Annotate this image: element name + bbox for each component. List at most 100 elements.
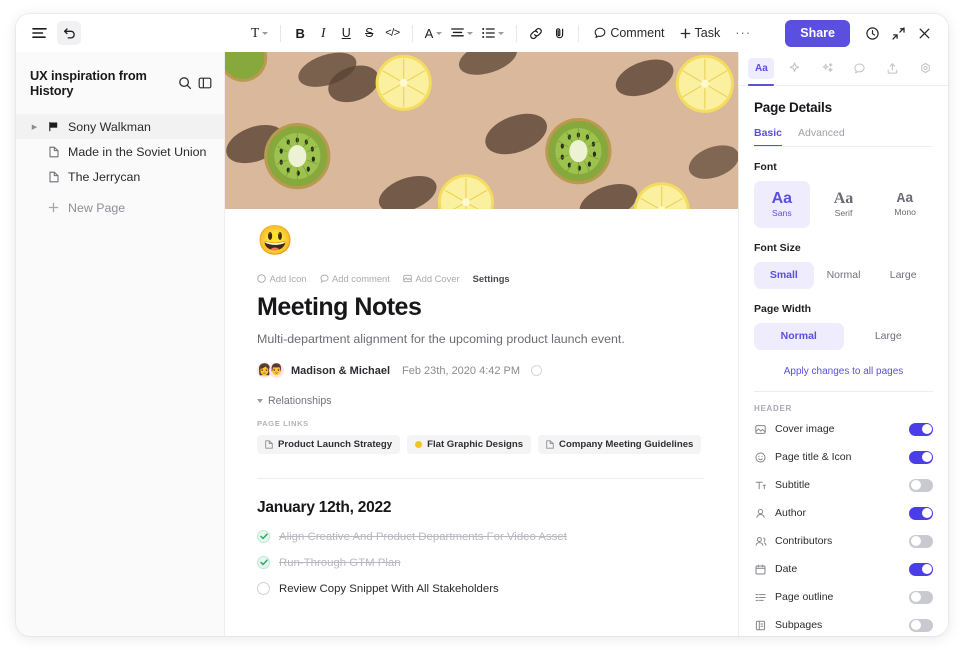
stars-icon[interactable] bbox=[814, 58, 840, 79]
hamburger-icon[interactable] bbox=[27, 21, 51, 45]
cover-image[interactable] bbox=[225, 52, 738, 209]
comment-icon bbox=[319, 274, 329, 283]
add-comment-button[interactable]: Add comment bbox=[319, 273, 390, 284]
author-name: Madison & Michael bbox=[291, 364, 391, 377]
page-width-large[interactable]: Large bbox=[844, 323, 934, 350]
document-area: 😃 Add Icon Add comment Add Cover Setting… bbox=[225, 52, 738, 636]
font-option-mono[interactable]: Aa Mono bbox=[877, 181, 933, 228]
more-options-button[interactable]: ··· bbox=[728, 20, 758, 46]
font-size-small[interactable]: Small bbox=[754, 261, 814, 289]
page-title[interactable]: Meeting Notes bbox=[257, 293, 704, 322]
sidebar-list: ▶ Sony Walkman Made in the Soviet Union bbox=[16, 114, 224, 220]
toggle-switch[interactable] bbox=[909, 422, 933, 436]
undo-arrow-icon[interactable] bbox=[57, 21, 81, 45]
comment-button[interactable]: Comment bbox=[587, 20, 671, 46]
todo-label: Review Copy Snippet With All Stakeholder… bbox=[279, 582, 499, 595]
chevron-right-icon[interactable]: ▶ bbox=[30, 123, 39, 131]
list-icon bbox=[482, 28, 496, 38]
tab-typography[interactable]: Aa bbox=[748, 57, 775, 86]
page-settings-button[interactable]: Settings bbox=[473, 273, 510, 284]
underline-button[interactable]: U bbox=[335, 20, 357, 46]
code-button[interactable]: </> bbox=[381, 20, 403, 46]
page-meta-actions: Add Icon Add comment Add Cover Settings bbox=[257, 273, 704, 284]
note-icon[interactable] bbox=[548, 20, 570, 46]
bold-button[interactable]: B bbox=[289, 20, 311, 46]
toggle-row-cover-image[interactable]: Cover image bbox=[754, 418, 933, 441]
time-icon[interactable] bbox=[531, 365, 543, 376]
font-option-sans[interactable]: Aa Sans bbox=[754, 180, 810, 228]
strikethrough-button[interactable]: S bbox=[358, 20, 380, 46]
toggle-switch[interactable] bbox=[909, 534, 933, 548]
toggle-row-page-outline[interactable]: Page outline bbox=[754, 586, 933, 609]
search-icon[interactable] bbox=[178, 76, 192, 90]
checkbox-checked-icon[interactable] bbox=[257, 530, 270, 543]
chevron-down-icon bbox=[436, 31, 443, 35]
toggle-label: Date bbox=[775, 563, 798, 576]
comment-icon[interactable] bbox=[847, 58, 873, 79]
app-window: T B I U S </> A Comment Task ··· Share U… bbox=[16, 14, 948, 636]
page-icon bbox=[46, 171, 61, 183]
toggle-switch[interactable] bbox=[909, 450, 933, 464]
cover-image-graphic bbox=[225, 52, 738, 209]
toggle-label: Contributors bbox=[775, 535, 833, 548]
font-size-large[interactable]: Large bbox=[873, 262, 933, 289]
toggle-switch[interactable] bbox=[909, 506, 933, 520]
sidebar-item-the-jerrycan[interactable]: The Jerrycan bbox=[16, 164, 224, 189]
todo-item[interactable]: Run-Through GTM Plan bbox=[257, 556, 704, 569]
subtab-advanced[interactable]: Advanced bbox=[798, 127, 845, 146]
collapse-arrows-icon[interactable] bbox=[886, 21, 910, 45]
checkbox-checked-icon[interactable] bbox=[257, 556, 270, 569]
share-button[interactable]: Share bbox=[785, 19, 850, 47]
list-button[interactable] bbox=[478, 20, 508, 46]
sidebar-toggle-icon[interactable] bbox=[198, 76, 212, 90]
add-icon-button[interactable]: Add Icon bbox=[257, 273, 307, 284]
font-options: Aa Sans Aa Serif Aa Mono bbox=[754, 180, 933, 228]
close-x-icon[interactable] bbox=[912, 21, 936, 45]
main-body: UX inspiration from History ▶ Sony Walkm… bbox=[16, 52, 948, 636]
toggle-row-subtitle[interactable]: Subtitle bbox=[754, 474, 933, 497]
add-cover-button[interactable]: Add Cover bbox=[403, 273, 460, 284]
subpages-icon bbox=[754, 620, 767, 631]
relationships-toggle[interactable]: Relationships bbox=[257, 395, 704, 407]
content-divider bbox=[257, 478, 704, 479]
gear-icon[interactable] bbox=[913, 58, 939, 79]
toggle-switch[interactable] bbox=[909, 562, 933, 576]
sidebar-item-sony-walkman[interactable]: ▶ Sony Walkman bbox=[16, 114, 224, 139]
page-link-chip[interactable]: Company Meeting Guidelines bbox=[538, 435, 702, 454]
sidebar-item-made-in-the-soviet-union[interactable]: Made in the Soviet Union bbox=[16, 139, 224, 164]
toggle-switch[interactable] bbox=[909, 590, 933, 604]
toggle-switch[interactable] bbox=[909, 618, 933, 632]
sparkle-icon[interactable] bbox=[781, 58, 807, 79]
page-subtitle[interactable]: Multi-department alignment for the upcom… bbox=[257, 332, 704, 346]
page-link-chip[interactable]: Flat Graphic Designs bbox=[407, 435, 532, 454]
font-option-serif[interactable]: Aa Serif bbox=[816, 181, 872, 228]
toggle-row-subpages[interactable]: Subpages bbox=[754, 614, 933, 636]
text-style-button[interactable]: T bbox=[247, 20, 272, 46]
link-icon[interactable] bbox=[525, 20, 547, 46]
section-title[interactable]: January 12th, 2022 bbox=[257, 499, 704, 517]
sidebar-item-new-page[interactable]: New Page bbox=[16, 195, 224, 220]
align-button[interactable] bbox=[447, 20, 477, 46]
italic-button[interactable]: I bbox=[312, 20, 334, 46]
font-color-button[interactable]: A bbox=[421, 20, 447, 46]
toggle-row-contributors[interactable]: Contributors bbox=[754, 530, 933, 553]
toggle-row-author[interactable]: Author bbox=[754, 502, 933, 525]
page-width-normal[interactable]: Normal bbox=[754, 322, 844, 350]
task-button[interactable]: Task bbox=[673, 20, 728, 46]
todo-item[interactable]: Review Copy Snippet With All Stakeholder… bbox=[257, 582, 704, 595]
right-panel-body: Page Details Basic Advanced Font Aa Sans… bbox=[739, 86, 948, 636]
toggle-switch[interactable] bbox=[909, 478, 933, 492]
subtab-basic[interactable]: Basic bbox=[754, 127, 783, 146]
align-icon bbox=[451, 28, 465, 38]
share-upload-icon[interactable] bbox=[880, 58, 906, 79]
page-emoji-icon[interactable]: 😃 bbox=[257, 227, 293, 256]
toggle-row-date[interactable]: Date bbox=[754, 558, 933, 581]
font-size-normal[interactable]: Normal bbox=[814, 262, 874, 289]
apply-changes-link[interactable]: Apply changes to all pages bbox=[754, 366, 933, 377]
history-clock-icon[interactable] bbox=[860, 21, 884, 45]
toggle-row-page-title-icon[interactable]: Page title & Icon bbox=[754, 446, 933, 469]
checkbox-unchecked-icon[interactable] bbox=[257, 582, 270, 595]
document-content: 😃 Add Icon Add comment Add Cover Setting… bbox=[225, 209, 738, 595]
todo-item[interactable]: Align Creative And Product Departments F… bbox=[257, 530, 704, 543]
page-link-chip[interactable]: Product Launch Strategy bbox=[257, 435, 401, 454]
